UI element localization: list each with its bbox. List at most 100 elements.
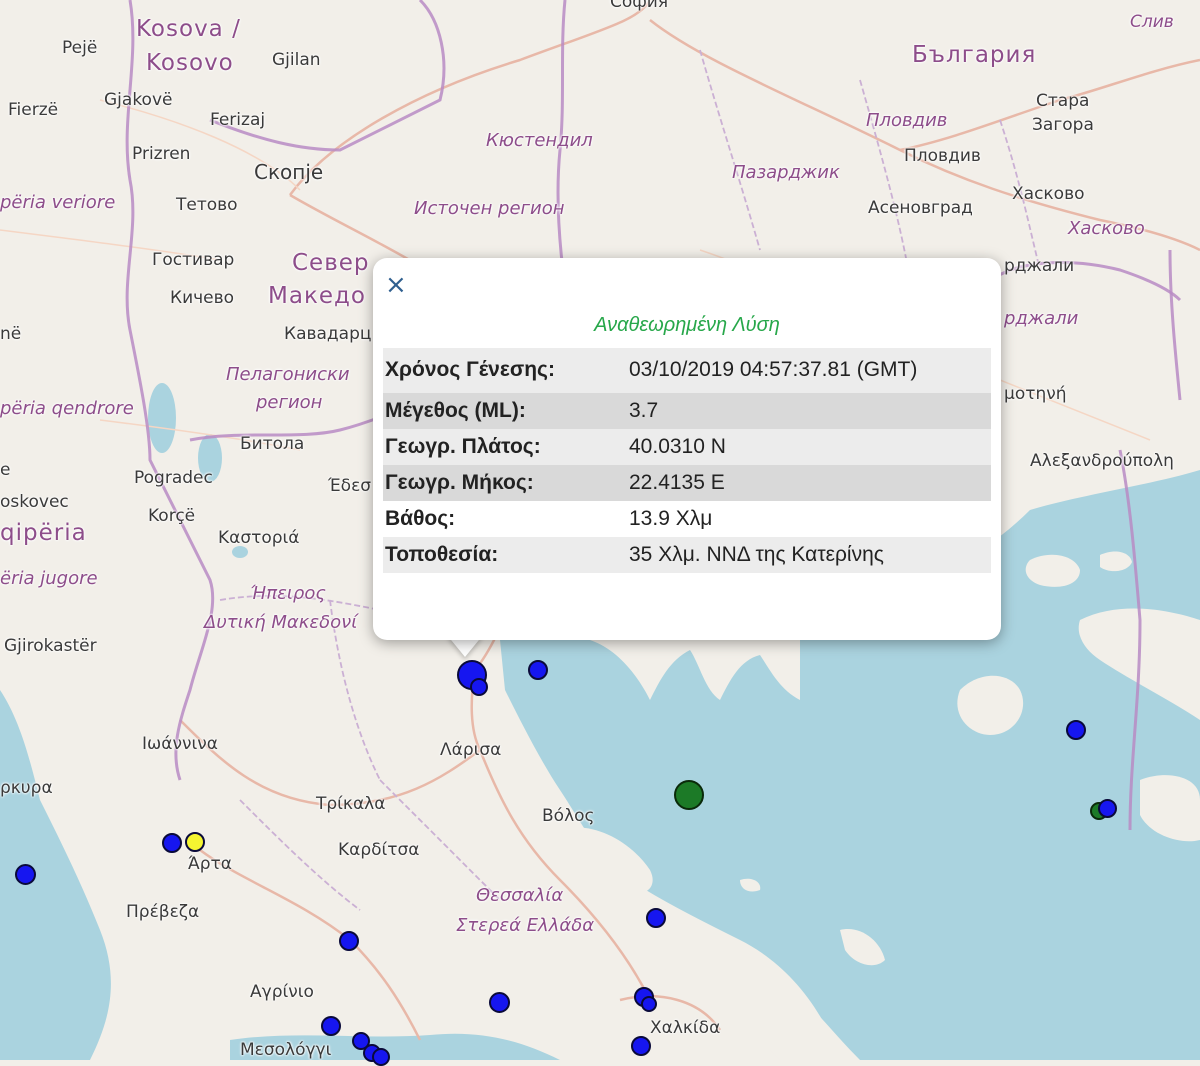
detail-key: Τοποθεσία: [383, 536, 627, 573]
earthquake-marker[interactable] [646, 908, 666, 928]
city-label-peje: Pejë [62, 38, 98, 58]
detail-key: Μέγεθος (ML): [383, 392, 627, 429]
detail-row-origin-time: Χρόνος Γένεσης: 03/10/2019 04:57:37.81 (… [383, 348, 991, 393]
city-label-gostivar: Гостивар [152, 250, 235, 270]
city-label-skopje: Скопје [254, 160, 324, 184]
city-label-stara: Стара [1036, 91, 1090, 111]
city-label-gjirokaster: Gjirokastër [4, 636, 97, 656]
city-label-plovdiv: Пловдив [904, 146, 981, 166]
detail-value: 22.4135 E [627, 464, 991, 501]
region-label-veriore: përia veriore [0, 192, 116, 213]
country-label-kosovo: Kosovo [146, 50, 234, 76]
country-label-shqiperia: qipëria [0, 520, 87, 546]
city-label-edessa: Έδεσ [328, 476, 372, 496]
region-label-pelagonia-1: Пелагониски [226, 364, 350, 385]
region-label-iztochen: Источен регион [414, 198, 565, 219]
region-label-pelagonia-2: регион [256, 392, 323, 413]
region-label-haskovo: Хасково [1068, 218, 1145, 239]
detail-row-longitude: Γεωγρ. Μήκος: 22.4135 E [383, 464, 991, 501]
detail-value: 03/10/2019 04:57:37.81 (GMT) [627, 348, 991, 393]
city-label-korce: Korçë [148, 506, 196, 526]
country-label-makedonija: Македо [268, 283, 366, 309]
city-label-trikala: Τρίκαλα [316, 794, 386, 814]
detail-value: 40.0310 N [627, 428, 991, 465]
earthquake-details-table: Χρόνος Γένεσης: 03/10/2019 04:57:37.81 (… [383, 348, 991, 573]
city-label-kavadarci: Кавадарц [284, 324, 372, 344]
city-label-ne: në [0, 324, 22, 344]
detail-row-magnitude: Μέγεθος (ML): 3.7 [383, 392, 991, 429]
earthquake-marker[interactable] [162, 833, 182, 853]
city-label-gjakove: Gjakovë [104, 90, 173, 110]
city-label-ioannina: Ιωάννινα [142, 734, 218, 754]
city-label-karditsa: Καρδίτσα [338, 840, 420, 860]
earthquake-info-popup: × Αναθεωρημένη Λύση Χρόνος Γένεσης: 03/1… [373, 258, 1001, 640]
city-label-gjilan: Gjilan [272, 50, 321, 70]
earthquake-marker[interactable] [528, 660, 548, 680]
city-label-tetovo: Тетово [176, 195, 238, 215]
close-icon[interactable]: × [385, 272, 407, 298]
earthquake-marker[interactable] [641, 996, 657, 1012]
city-label-kerkyra: ρκυρα [0, 778, 53, 798]
region-label-thessalia: Θεσσαλία [476, 885, 564, 906]
city-label-preveza: Πρέβεζα [126, 902, 200, 922]
earthquake-marker[interactable] [674, 780, 704, 810]
earthquake-marker[interactable] [321, 1016, 341, 1036]
earthquake-marker[interactable] [15, 864, 36, 885]
city-label-larisa: Λάρισα [440, 740, 502, 760]
region-label-plovdiv: Пловдив [866, 110, 948, 131]
city-label-fierze: Fierzë [8, 100, 59, 120]
earthquake-marker[interactable] [339, 931, 359, 951]
detail-key: Γεωγρ. Μήκος: [383, 464, 627, 501]
city-label-kastoria: Καστοριά [218, 528, 300, 548]
earthquake-marker[interactable] [185, 832, 205, 852]
detail-value: 3.7 [627, 392, 991, 429]
detail-value: 13.9 Χλμ [627, 500, 991, 537]
city-label-asenovgrad: Асеновград [868, 198, 973, 218]
city-label-oskovec: oskovec [0, 492, 69, 512]
popup-title: Αναθεωρημένη Λύση [594, 314, 780, 336]
city-label-mesolongi: Μεσολόγγι [240, 1040, 332, 1060]
region-label-kyustendil: Кюстендил [486, 130, 593, 151]
city-label-ferizaj: Ferizaj [210, 110, 266, 130]
city-label-haskovo: Хасково [1012, 184, 1085, 204]
lake-ohrid [148, 383, 176, 453]
region-label-pazardzhik: Пазарджик [732, 162, 840, 183]
city-label-arta: Άρτα [188, 854, 233, 874]
earthquake-marker[interactable] [1066, 720, 1086, 740]
detail-row-latitude: Γεωγρ. Πλάτος: 40.0310 N [383, 428, 991, 465]
country-label-kosova: Kosova / [136, 16, 241, 42]
region-label-jugore: ëria jugore [0, 568, 98, 589]
city-label-kardzhali: рджали [1004, 256, 1075, 276]
detail-key: Χρόνος Γένεσης: [383, 348, 627, 393]
city-label-komotini: μοτηνή [1004, 384, 1067, 404]
city-label-chalkida: Χαλκίδα [650, 1018, 721, 1038]
city-label-kichevo: Кичево [170, 288, 235, 308]
earthquake-marker[interactable] [372, 1048, 390, 1066]
region-label-kardzhali: рджали [1004, 308, 1079, 329]
city-label-e: e [0, 460, 11, 480]
detail-value: 35 Χλμ. ΝΝΔ της Κατερίνης [627, 536, 991, 573]
city-label-agrinio: Αγρίνιο [250, 982, 314, 1002]
detail-key: Γεωγρ. Πλάτος: [383, 428, 627, 465]
city-label-pogradec: Pogradec [134, 468, 213, 488]
region-label-qendrore: përia qendrore [0, 398, 134, 419]
earthquake-marker[interactable] [631, 1036, 651, 1056]
city-label-prizren: Prizren [132, 144, 191, 164]
earthquake-marker[interactable] [470, 678, 488, 696]
country-label-bulgaria: България [912, 42, 1037, 68]
city-label-bitola: Битола [240, 434, 305, 454]
region-label-ipeiros: Ήπειρος [250, 583, 326, 604]
earthquake-marker[interactable] [1098, 799, 1117, 818]
city-label-sliven: Слив [1130, 12, 1174, 32]
earthquake-marker[interactable] [489, 992, 510, 1013]
region-label-dytiki-makedonia: Δυτική Μακεδονί [204, 612, 358, 633]
detail-key: Βάθος: [383, 500, 627, 537]
detail-row-location: Τοποθεσία: 35 Χλμ. ΝΝΔ της Κατερίνης [383, 536, 991, 573]
region-label-sterea-ellada: Στερεά Ελλάδα [456, 915, 595, 936]
city-label-alexandroupoli: Αλεξανδρούπολη [1030, 451, 1174, 471]
city-label-zagora: Загора [1032, 115, 1094, 135]
city-label-sofia: София [610, 0, 669, 12]
country-label-severna: Север [292, 250, 370, 276]
detail-row-depth: Βάθος: 13.9 Χλμ [383, 500, 991, 537]
city-label-volos: Βόλος [542, 806, 595, 826]
